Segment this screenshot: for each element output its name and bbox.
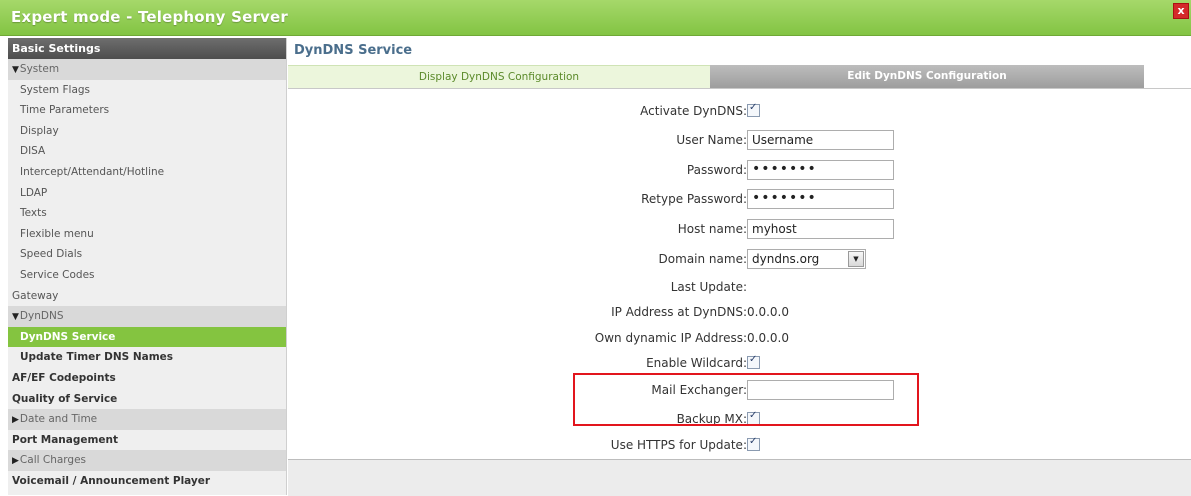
last-update-label: Last Update: — [670, 280, 747, 294]
sidebar-item-label: Call Charges — [19, 454, 87, 467]
sidebar-item-label: AF/EF Codepoints — [12, 371, 116, 384]
domain-select[interactable]: dyndns.org ▼ — [747, 249, 866, 269]
form-row-wildcard: Enable Wildcard: — [288, 353, 1191, 373]
sidebar-item-time-parameters[interactable]: Time Parameters — [8, 100, 286, 121]
title-bar: Expert mode - Telephony Server x — [0, 0, 1191, 36]
form-row-domain: Domain name: dyndns.org ▼ — [288, 249, 1191, 269]
sidebar-item-texts[interactable]: Texts — [8, 203, 286, 224]
sidebar-item-port-management[interactable]: Port Management — [8, 430, 286, 451]
sidebar-group-call-charges[interactable]: ▶Call Charges — [8, 450, 286, 471]
tab-bar: Display DynDNS Configuration Edit DynDNS… — [288, 65, 1144, 89]
hostname-field[interactable]: myhost — [747, 219, 894, 239]
window-title: Expert mode - Telephony Server — [11, 8, 288, 26]
close-icon[interactable]: x — [1173, 3, 1189, 19]
sidebar-item-gateway[interactable]: Gateway — [8, 286, 286, 307]
wildcard-checkbox[interactable] — [747, 354, 760, 369]
sidebar-item-system-flags[interactable]: System Flags — [8, 80, 286, 101]
tab-edit-config[interactable]: Edit DynDNS Configuration — [710, 65, 1144, 88]
sidebar-item-label: Display — [20, 124, 59, 137]
password-label: Password: — [686, 163, 747, 177]
sidebar-item-quality-of-service[interactable]: Quality of Service — [8, 389, 286, 410]
form-row-own-ip: Own dynamic IP Address: 0.0.0.0 — [288, 328, 1191, 348]
triangle-down-icon: ▼ — [12, 65, 19, 75]
sidebar-item-update-timer[interactable]: Update Timer DNS Names — [8, 347, 286, 368]
triangle-down-icon: ▼ — [12, 312, 19, 323]
wildcard-label: Enable Wildcard: — [646, 356, 747, 370]
sidebar-item-label: Intercept/Attendant/Hotline — [20, 165, 165, 178]
domain-label: Domain name: — [658, 252, 747, 266]
own-ip-value: 0.0.0.0 — [747, 331, 789, 345]
form-row-last-update: Last Update: — [288, 277, 1191, 297]
tab-display-config[interactable]: Display DynDNS Configuration — [288, 65, 710, 89]
own-ip-label: Own dynamic IP Address: — [594, 331, 747, 345]
sidebar-item-label: Time Parameters — [20, 104, 110, 117]
form-row-ip-dyndns: IP Address at DynDNS: 0.0.0.0 — [288, 302, 1191, 322]
sidebar-item-voicemail[interactable]: Voicemail / Announcement Player — [8, 471, 286, 492]
sidebar-item-disa[interactable]: DISA — [8, 141, 286, 162]
sidebar-group-dyndns[interactable]: ▼DynDNS — [8, 306, 286, 327]
username-field[interactable]: Username — [747, 130, 894, 150]
sidebar-item-label: Port Management — [12, 433, 119, 446]
chevron-down-icon[interactable]: ▼ — [848, 251, 864, 267]
sidebar-item-ldap[interactable]: LDAP — [8, 183, 286, 204]
bottom-bar — [288, 459, 1191, 496]
activate-checkbox[interactable] — [747, 102, 760, 117]
sidebar-item-label: System — [19, 63, 60, 75]
form-row-https: Use HTTPS for Update: — [288, 435, 1191, 455]
retype-password-field[interactable]: ••••••• — [747, 189, 894, 209]
sidebar-header: Basic Settings — [8, 38, 286, 59]
main-panel: DynDNS Service Display DynDNS Configurat… — [287, 38, 1191, 496]
form-row-activate: Activate DynDNS: — [288, 101, 1191, 121]
sidebar-item-label: Speed Dials — [20, 248, 83, 261]
sidebar-item-speed-dials[interactable]: Speed Dials — [8, 244, 286, 265]
ip-dyndns-value: 0.0.0.0 — [747, 305, 789, 319]
sidebar-item-flexible-menu[interactable]: Flexible menu — [8, 224, 286, 245]
sidebar-group-system[interactable]: ▼System — [8, 59, 286, 80]
form-row-username: User Name: Username — [288, 130, 1191, 150]
sidebar-item-dyndns-service[interactable]: DynDNS Service — [8, 326, 286, 348]
sidebar-item-label: Service Codes — [20, 268, 95, 281]
sidebar-item-af-ef-codepoints[interactable]: AF/EF Codepoints — [8, 368, 286, 389]
https-label: Use HTTPS for Update: — [610, 438, 747, 452]
https-checkbox[interactable] — [747, 436, 760, 451]
domain-select-value: dyndns.org — [752, 252, 820, 266]
sidebar-item-label: Voicemail / Announcement Player — [12, 474, 211, 487]
sidebar: Basic Settings ▼System System Flags Time… — [8, 38, 287, 495]
sidebar-item-service-codes[interactable]: Service Codes — [8, 265, 286, 286]
ip-dyndns-label: IP Address at DynDNS: — [611, 305, 747, 319]
page-title: DynDNS Service — [294, 43, 413, 58]
sidebar-item-label: DISA — [20, 145, 46, 158]
highlight-box — [573, 373, 919, 426]
password-field[interactable]: ••••••• — [747, 160, 894, 180]
form-row-hostname: Host name: myhost — [288, 219, 1191, 239]
sidebar-item-label: DynDNS Service — [20, 330, 116, 343]
sidebar-item-label: LDAP — [20, 186, 48, 199]
sidebar-item-label: Flexible menu — [20, 227, 94, 240]
sidebar-item-display[interactable]: Display — [8, 121, 286, 142]
form-row-retype-password: Retype Password: ••••••• — [288, 189, 1191, 209]
sidebar-item-label: Update Timer DNS Names — [20, 351, 174, 364]
sidebar-item-label: Date and Time — [19, 413, 98, 426]
sidebar-item-label: DynDNS — [19, 310, 64, 323]
triangle-right-icon: ▶ — [12, 456, 19, 467]
form-row-password: Password: ••••••• — [288, 160, 1191, 180]
retype-password-label: Retype Password: — [641, 192, 747, 206]
sidebar-group-date-time[interactable]: ▶Date and Time — [8, 409, 286, 430]
sidebar-item-label: Gateway — [12, 289, 59, 302]
username-label: User Name: — [676, 133, 747, 147]
hostname-label: Host name: — [677, 222, 747, 236]
activate-label: Activate DynDNS: — [640, 104, 747, 118]
sidebar-item-label: Quality of Service — [12, 392, 118, 405]
sidebar-item-label: System Flags — [20, 83, 91, 96]
sidebar-item-intercept[interactable]: Intercept/Attendant/Hotline — [8, 162, 286, 183]
triangle-right-icon: ▶ — [12, 415, 19, 426]
sidebar-item-label: Texts — [20, 207, 47, 220]
